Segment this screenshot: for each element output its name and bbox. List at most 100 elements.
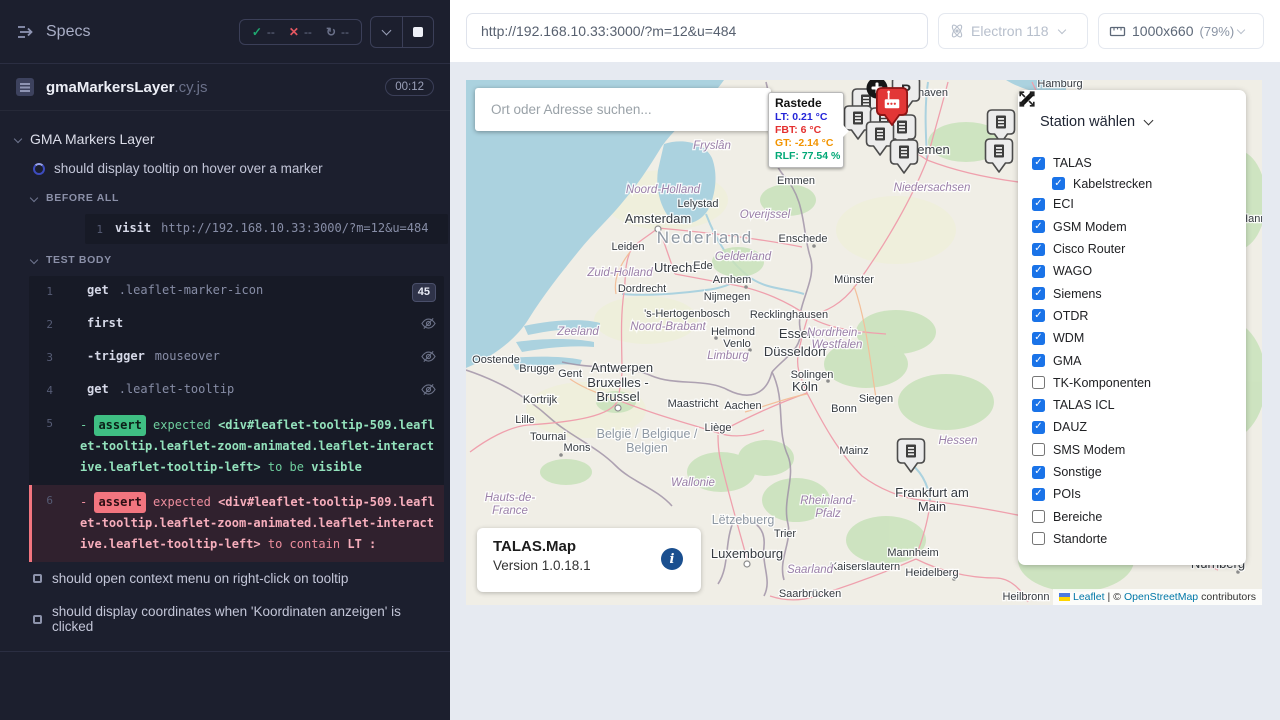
station-checkbox[interactable]: ✓ [1032, 332, 1045, 345]
aut-pane: http://192.168.10.33:3000/?m=12&u=484 El… [450, 0, 1280, 720]
station-layer-row: SMS Modem [1032, 439, 1246, 461]
info-icon[interactable]: i [661, 548, 683, 570]
map-label: Gent [558, 368, 582, 380]
station-checkbox[interactable]: ✓ [1032, 198, 1045, 211]
viewport-select[interactable]: 1000x660 (79%) [1098, 13, 1264, 49]
station-checkbox[interactable]: ✓ [1032, 157, 1045, 170]
active-test-row[interactable]: should display tooltip on hover over a m… [0, 155, 450, 182]
stop-button[interactable] [402, 17, 433, 47]
station-layer-row: ✓ ECI [1032, 193, 1246, 215]
map-label: Heilbronn [1002, 591, 1049, 603]
viewport-zoom: (79%) [1200, 24, 1235, 39]
station-checkbox[interactable] [1032, 532, 1045, 545]
station-checkbox[interactable]: ✓ [1032, 399, 1045, 412]
search-input[interactable] [489, 101, 757, 118]
station-checkbox[interactable] [1032, 510, 1045, 523]
station-label: SMS Modem [1053, 443, 1125, 457]
browser-select[interactable]: Electron 118 [938, 13, 1088, 49]
element-count-badge: 45 [412, 283, 436, 302]
command-row[interactable]: 1visithttp://192.168.10.33:3000/?m=12&u=… [85, 214, 448, 244]
command-row[interactable]: 1get.leaflet-marker-icon45 [29, 276, 444, 309]
map-label: Hamburg [1037, 80, 1082, 90]
runnables: GMA Markers Layer should display tooltip… [0, 111, 450, 652]
station-checkbox[interactable]: ✓ [1032, 287, 1045, 300]
expand-icon[interactable] [1018, 90, 1036, 108]
station-checkbox[interactable]: ✓ [1032, 488, 1045, 501]
map-search [475, 88, 771, 131]
pending-test-row[interactable]: should display coordinates when 'Koordin… [0, 595, 450, 643]
chevron-down-icon [30, 194, 38, 202]
marker-tooltip: Rastede LT: 0.21 °CFBT: 6 °CGT: -2.14 °C… [768, 92, 844, 168]
divider [0, 651, 450, 652]
hidden-eye-icon [421, 349, 436, 364]
command-row[interactable]: 2first [29, 309, 444, 342]
station-label: ECI [1053, 197, 1074, 211]
cypress-reporter: Specs ✓-- ✕-- ↻-- gmaMarkersLayer.cy.js … [0, 0, 450, 720]
specs-menu-icon[interactable] [16, 24, 34, 40]
map-label: Lille [515, 414, 535, 426]
map-label: Venlo [723, 338, 751, 350]
station-checkbox[interactable] [1032, 376, 1045, 389]
suite-row[interactable]: GMA Markers Layer [0, 123, 450, 155]
before-all-section[interactable]: BEFORE ALL [0, 182, 450, 210]
station-checkbox[interactable]: ✓ [1032, 243, 1045, 256]
station-checkbox[interactable]: ✓ [1032, 466, 1045, 479]
station-layer-row: ✓DAUZ [1032, 416, 1246, 438]
station-checkbox[interactable]: ✓ [1052, 177, 1065, 190]
map-label: 's-Hertogenbosch [644, 308, 730, 320]
station-label: Standorte [1053, 532, 1107, 546]
map-label: Emmen [777, 175, 815, 187]
map-label: Limburg [707, 350, 749, 362]
station-checkbox[interactable]: ✓ [1032, 421, 1045, 434]
app-version: Version 1.0.18.1 [493, 558, 685, 573]
station-checkbox[interactable]: ✓ [1032, 265, 1045, 278]
map-label: Arnhem [713, 274, 752, 286]
map-label: Bonn [831, 403, 857, 415]
suite-title: GMA Markers Layer [30, 131, 154, 147]
station-checkbox[interactable] [1032, 443, 1045, 456]
chevron-down-icon[interactable] [1144, 115, 1154, 125]
station-layer-row: Standorte [1032, 528, 1246, 550]
check-icon: ✓ [252, 25, 262, 39]
reporter-header: Specs ✓-- ✕-- ↻-- [0, 0, 450, 64]
assert-row-passed[interactable]: 5- assert expected <div#leaflet-tooltip-… [29, 408, 444, 485]
map-label: France [492, 505, 528, 517]
map-label: Noord-Brabant [630, 321, 706, 333]
station-checkbox[interactable]: ✓ [1032, 354, 1045, 367]
map-label: Saarbrücken [779, 588, 841, 600]
station-label: Kabelstrecken [1073, 177, 1152, 191]
chevron-down-icon [30, 256, 38, 264]
station-layer-row: ✓GMA [1032, 349, 1246, 371]
spec-row[interactable]: gmaMarkersLayer.cy.js 00:12 [0, 64, 450, 111]
command-row[interactable]: 4get.leaflet-tooltip [29, 375, 444, 408]
osm-link[interactable]: OpenStreetMap [1124, 591, 1198, 603]
panel-title: Station wählen [1040, 114, 1135, 130]
leaflet-map[interactable]: AmsterdamBremenEssenDüsseldorfKölnAntwer… [466, 80, 1262, 605]
station-label: Siemens [1053, 287, 1102, 301]
url-bar[interactable]: http://192.168.10.33:3000/?m=12&u=484 [466, 13, 928, 49]
station-layer-row: ✓WAGO [1032, 260, 1246, 282]
map-label: Saarland [787, 564, 834, 576]
station-layer-row: ✓Sonstige [1032, 461, 1246, 483]
map-label: Brugge [519, 363, 554, 375]
command-row[interactable]: 3-triggermouseover [29, 342, 444, 375]
station-label: GSM Modem [1053, 220, 1127, 234]
chevron-down-icon [1237, 26, 1245, 34]
leaflet-link[interactable]: Leaflet [1073, 591, 1105, 603]
map-label: Liège [705, 422, 732, 434]
map-label: Mannheim [887, 547, 938, 559]
assert-row-failed[interactable]: 6- assert expected <div#leaflet-tooltip-… [29, 485, 444, 562]
station-checkbox[interactable]: ✓ [1032, 220, 1045, 233]
map-label: Tournai [530, 431, 566, 443]
station-layer-row: ✓TALAS ICL [1032, 394, 1246, 416]
station-layer-row: ✓OTDR [1032, 305, 1246, 327]
pending-test-row[interactable]: should open context menu on right-click … [0, 562, 450, 595]
collapse-all-button[interactable] [371, 17, 402, 47]
map-label: België / Belgique / [597, 427, 698, 441]
station-checkbox[interactable]: ✓ [1032, 309, 1045, 322]
pending-test-icon [33, 574, 42, 583]
map-label: Mons [564, 442, 591, 454]
station-layer-row: TK-Komponenten [1032, 372, 1246, 394]
test-body-section[interactable]: TEST BODY [0, 244, 450, 272]
station-layer-row: ✓WDM [1032, 327, 1246, 349]
